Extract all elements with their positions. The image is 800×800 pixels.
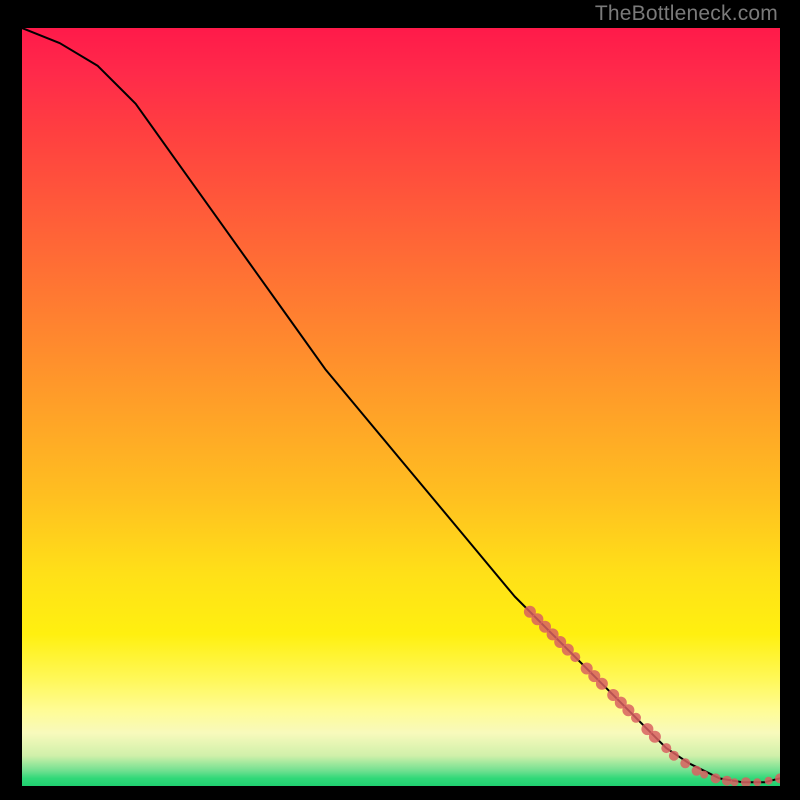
- scatter-point: [765, 777, 773, 785]
- attribution-text: TheBottleneck.com: [595, 2, 778, 26]
- scatter-overlay: [524, 606, 780, 786]
- scatter-point: [649, 731, 661, 743]
- chart-svg: [22, 28, 780, 786]
- scatter-point: [680, 758, 690, 768]
- scatter-point: [700, 771, 708, 779]
- scatter-point: [669, 751, 679, 761]
- scatter-point: [775, 773, 780, 783]
- scatter-point: [731, 778, 739, 786]
- scatter-point: [596, 678, 608, 690]
- scatter-point: [570, 652, 580, 662]
- bottleneck-curve: [22, 28, 780, 782]
- scatter-point: [753, 778, 761, 786]
- plot-area: [22, 28, 780, 786]
- scatter-point: [711, 773, 721, 783]
- scatter-point: [631, 713, 641, 723]
- scatter-point: [692, 766, 702, 776]
- scatter-point: [722, 776, 732, 786]
- scatter-point: [661, 743, 671, 753]
- scatter-point: [741, 777, 751, 786]
